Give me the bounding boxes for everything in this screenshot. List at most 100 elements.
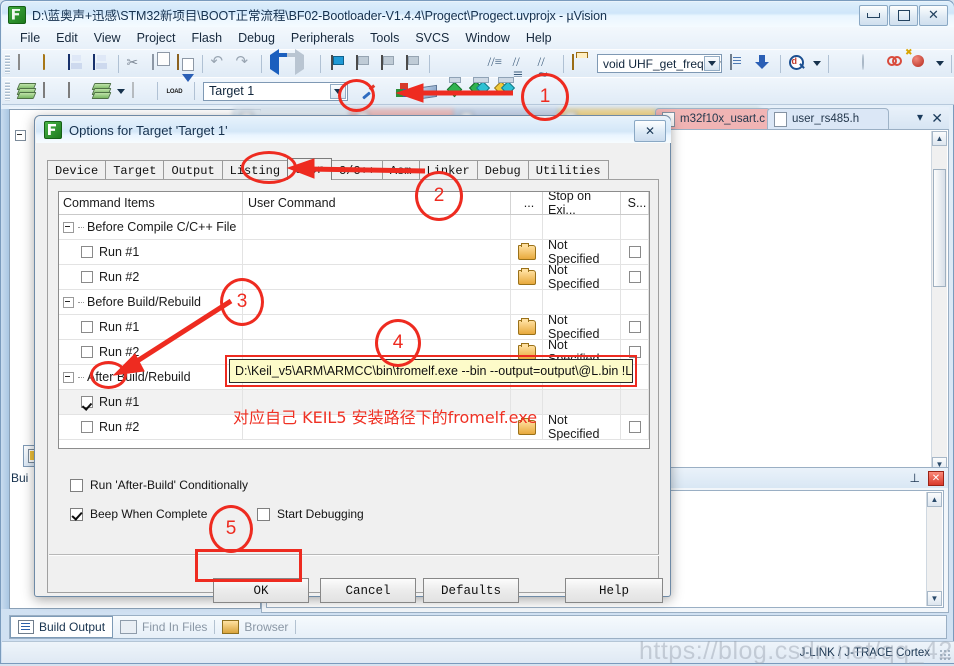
defaults-button[interactable]: Defaults [423,578,519,603]
stop-build-icon[interactable] [129,80,152,102]
scroll-thumb[interactable] [933,169,946,287]
tree-collapse-icon[interactable] [15,129,26,141]
maximize-button[interactable] [889,5,918,26]
bookmark-prev-icon[interactable] [351,53,374,75]
manage-run-time-env-icon[interactable] [493,76,516,102]
tab-output[interactable]: Output [163,160,223,180]
tab-utilities[interactable]: Utilities [527,160,609,180]
bookmark-toggle-icon[interactable] [326,53,349,75]
breakpoints-kill-icon[interactable] [884,53,907,75]
expander-icon[interactable] [63,221,74,233]
dialog-close-button[interactable]: ✕ [634,120,666,142]
comment-block-icon[interactable]: //≋ [535,53,558,82]
row-stop[interactable]: Not Specified [543,413,621,441]
resize-grip[interactable] [939,649,951,661]
column-header-stop-on-exit[interactable]: Stop on Exi... [543,192,621,217]
save-all-button[interactable] [90,53,113,75]
menu-peripherals[interactable]: Peripherals [283,29,362,47]
menu-view[interactable]: View [86,29,129,47]
menu-flash[interactable]: Flash [183,29,230,47]
table-row[interactable]: Before Build/Rebuild [59,290,649,315]
build-dock-label[interactable]: Bui [11,471,28,485]
option-start-debugging[interactable]: Start Debugging [257,507,364,521]
navigate-forward-icon[interactable] [292,49,315,75]
cut-icon[interactable]: ✂ [124,53,147,75]
table-row[interactable]: Run #1 Not Specified [59,313,649,341]
tab-c-cpp[interactable]: C/C++ [330,160,383,180]
row-command[interactable] [243,240,511,264]
comment-icon[interactable]: //≡ [485,53,508,75]
editor-vertical-scrollbar[interactable]: ▲ ▼ [931,131,947,472]
goto-definition-icon[interactable] [752,53,775,75]
column-header-s[interactable]: S... [621,192,649,214]
tab-find-in-files[interactable]: Find In Files [113,616,214,638]
table-row[interactable]: Run #2 Not Specified [59,263,649,291]
bookmark-next-icon[interactable] [376,53,399,75]
chevron-down-icon[interactable] [704,56,720,71]
tab-target[interactable]: Target [105,160,165,180]
scroll-down-button[interactable]: ▼ [927,591,942,606]
row-enable-checkbox[interactable] [81,321,93,333]
breakpoint-disable-icon[interactable] [859,53,882,75]
row-s-checkbox[interactable] [628,321,641,333]
row-enable-checkbox[interactable] [81,396,93,408]
checkbox[interactable] [257,507,270,521]
row-enable-checkbox[interactable] [81,421,93,433]
minimize-button[interactable] [859,5,888,26]
browse-folder-icon[interactable] [517,242,536,260]
select-software-packs-icon[interactable] [443,76,466,102]
batch-build-icon[interactable] [90,80,113,102]
undo-icon[interactable]: ↶ [208,53,231,75]
row-command[interactable] [243,215,511,239]
table-row[interactable]: Run #1 Not Specified [59,238,649,266]
cancel-button[interactable]: Cancel [320,578,416,603]
row-enable-checkbox[interactable] [81,271,93,283]
editor-tab-list-dropdown-icon[interactable]: ▾ [917,110,923,124]
insert-template-icon[interactable] [569,53,592,75]
manage-multi-project-icon[interactable] [418,80,441,102]
option-beep-when-complete[interactable]: Beep When Complete [70,507,207,521]
manage-project-items-icon[interactable] [393,80,416,102]
redo-icon[interactable]: ↷ [233,53,256,75]
download-icon[interactable]: LOAD [163,73,195,102]
row-stop[interactable]: Not Specified [543,238,621,266]
checkbox[interactable] [70,478,83,492]
editor-close-icon[interactable]: ✕ [931,110,943,127]
menu-file[interactable]: File [12,29,48,47]
tab-device[interactable]: Device [47,160,107,180]
target-selector-combo[interactable]: Target 1 [203,81,348,101]
uncomment-icon[interactable]: //≣ [510,53,533,82]
toolbar-grip[interactable] [5,81,10,101]
expander-icon[interactable] [63,296,74,308]
function-list-icon[interactable] [727,53,750,75]
indent-right-icon[interactable] [435,53,458,75]
scroll-up-button[interactable]: ▲ [927,492,942,507]
tab-build-output[interactable]: Build Output [10,616,114,638]
menu-edit[interactable]: Edit [48,29,86,47]
menu-help[interactable]: Help [518,29,560,47]
new-file-button[interactable] [15,53,38,75]
tab-asm[interactable]: Asm [381,160,420,180]
tab-browser[interactable]: Browser [215,616,295,638]
table-row[interactable]: Before Compile C/C++ File [59,215,649,240]
disable-all-breakpoints-icon[interactable] [909,53,932,75]
indent-left-icon[interactable] [460,53,483,75]
expander-icon[interactable] [63,371,74,383]
menu-window[interactable]: Window [457,29,517,47]
pack-installer-icon[interactable] [468,76,491,102]
rebuild-all-icon[interactable] [65,80,88,102]
scroll-up-button[interactable]: ▲ [932,131,947,146]
row-s-checkbox[interactable] [628,421,641,433]
batch-build-dropdown-icon[interactable] [115,80,127,102]
checkbox[interactable] [70,507,83,521]
menu-project[interactable]: Project [129,29,184,47]
user-command-input[interactable]: D:\Keil_v5\ARM\ARMCC\bin\fromelf.exe --b… [229,359,633,383]
copy-icon[interactable] [149,53,172,75]
row-stop[interactable]: Not Specified [543,313,621,341]
browse-folder-icon[interactable] [517,267,536,285]
project-tree-root[interactable] [15,129,26,141]
row-enable-checkbox[interactable] [81,246,93,258]
breakpoint-icon[interactable] [834,53,857,75]
close-button[interactable]: ✕ [919,5,948,26]
debug-dropdown-icon[interactable] [811,53,823,75]
